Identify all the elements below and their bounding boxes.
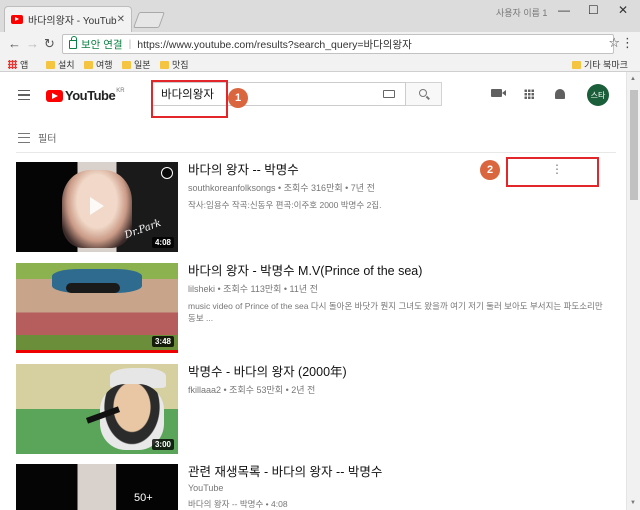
logo-region: KR <box>116 87 125 94</box>
search-icon <box>419 89 427 97</box>
thumbnail-art <box>66 283 120 293</box>
playlist-first-item[interactable]: 바다의 왕자 -- 박명수 • 4:08 <box>188 498 608 510</box>
keyboard-icon[interactable] <box>383 90 395 98</box>
annotation-box-menu <box>506 157 599 187</box>
folder-icon <box>572 60 581 69</box>
video-duration: 4:08 <box>151 237 174 248</box>
playlist-thumbnail[interactable]: 50+ <box>16 464 178 510</box>
tab-title: 바다의왕자 - YouTube <box>28 16 117 27</box>
avatar-label: 스타 <box>590 90 606 100</box>
video-description: music video of Prince of the sea 다시 돌아온 … <box>188 301 603 323</box>
bookmark-label: 맛집 <box>172 60 189 70</box>
bookmark-item[interactable]: 맛집 <box>160 58 189 71</box>
back-icon[interactable]: ← <box>8 36 21 51</box>
filter-label: 필터 <box>38 134 57 145</box>
other-bookmarks[interactable]: 기타 북마크 <box>572 58 628 71</box>
playlist-title[interactable]: 관련 재생목록 - 바다의 왕자 -- 박명수 <box>188 464 608 480</box>
bookmark-item[interactable]: 일본 <box>122 58 151 71</box>
bookmark-label: 여행 <box>96 60 113 70</box>
forward-icon[interactable]: → <box>26 36 39 51</box>
video-thumbnail[interactable]: 3:48 <box>16 263 178 353</box>
video-title[interactable]: 박명수 - 바다의 왕자 (2000年) <box>188 364 608 380</box>
omnibox-separator: | <box>128 38 132 50</box>
youtube-masthead: YouTube KR 바다의왕자 스타 <box>0 72 626 118</box>
upload-video-icon[interactable] <box>491 89 506 97</box>
annotation-marker-2: 2 <box>480 160 500 180</box>
bookmark-label: 일본 <box>134 60 151 70</box>
youtube-play-icon <box>46 89 63 102</box>
search-button[interactable] <box>406 82 442 106</box>
scroll-up-icon[interactable]: ▲ <box>630 76 636 82</box>
bookmark-label: 설치 <box>58 60 75 70</box>
bookmark-star-icon[interactable]: ☆ <box>608 35 620 51</box>
apps-icon <box>8 60 17 69</box>
youtube-logo[interactable]: YouTube KR <box>46 88 125 103</box>
apps-grid-icon[interactable] <box>524 89 534 99</box>
annotation-marker-1: 1 <box>228 88 248 108</box>
notifications-bell-icon[interactable] <box>555 89 565 99</box>
address-bar[interactable]: 보안 연결 | https://www.youtube.com/results?… <box>62 34 614 54</box>
video-info: 박명수 - 바다의 왕자 (2000年) fkillaaa2 • 조회수 53만… <box>188 364 608 396</box>
maximize-icon[interactable]: ☐ <box>588 3 599 17</box>
annotation-box-search <box>151 80 228 118</box>
folder-icon <box>46 60 55 69</box>
video-thumbnail[interactable]: Dr.Park 4:08 <box>16 162 178 252</box>
bookmarks-bar: 앱 설치 여행 일본 맛집 기타 북마크 <box>0 56 640 72</box>
playlist-count: 50+ <box>134 492 153 504</box>
profile-name[interactable]: 사용자 이름 1 <box>496 6 547 19</box>
scrollbar-thumb[interactable] <box>630 90 638 200</box>
watch-progress-bar <box>16 350 178 353</box>
browser-tab[interactable]: 바다의왕자 - YouTube ✕ <box>4 6 132 32</box>
video-title[interactable]: 바다의 왕자 - 박명수 M.V(Prince of the sea) <box>188 263 608 279</box>
new-tab-button[interactable] <box>133 12 165 28</box>
secure-label: 보안 연결 <box>81 38 123 51</box>
video-info: 바다의 왕자 - 박명수 M.V(Prince of the sea) lils… <box>188 263 608 324</box>
bookmark-label: 앱 <box>20 60 29 70</box>
lock-icon <box>69 35 77 49</box>
folder-icon <box>84 60 93 69</box>
browser-toolbar: ← → ↻ 보안 연결 | https://www.youtube.com/re… <box>0 32 640 56</box>
folder-icon <box>122 60 131 69</box>
hamburger-menu-icon[interactable] <box>18 90 30 100</box>
bookmark-item[interactable]: 설치 <box>46 58 75 71</box>
tab-close-icon[interactable]: ✕ <box>117 14 125 25</box>
browser-tabstrip: 바다의왕자 - YouTube ✕ 사용자 이름 1 — ☐ ✕ <box>0 0 640 32</box>
logo-text: YouTube <box>65 88 116 103</box>
playlist-meta[interactable]: YouTube <box>188 483 608 493</box>
watch-later-icon[interactable] <box>161 167 173 179</box>
folder-icon <box>160 60 169 69</box>
avatar[interactable]: 스타 <box>587 84 609 106</box>
video-meta: lilsheki • 조회수 113만회 • 11년 전 <box>188 284 318 294</box>
filter-icon <box>18 132 30 143</box>
video-description: 작사:임용수 작곡:신동우 편곡:이주호 2000 박명수 2집. <box>188 200 382 210</box>
youtube-favicon-icon <box>11 15 23 24</box>
bookmark-apps[interactable]: 앱 <box>8 58 28 71</box>
scrollbar[interactable]: ▲ ▼ <box>626 72 640 510</box>
other-bookmarks-label: 기타 북마크 <box>584 60 628 70</box>
browser-menu-icon[interactable]: ⋮ <box>621 35 634 51</box>
video-duration: 3:00 <box>151 439 174 450</box>
minimize-icon[interactable]: — <box>558 3 570 17</box>
bookmark-item[interactable]: 여행 <box>84 58 113 71</box>
window-close-icon[interactable]: ✕ <box>618 3 628 17</box>
video-info: 관련 재생목록 - 바다의 왕자 -- 박명수 YouTube 바다의 왕자 -… <box>188 464 608 510</box>
reload-icon[interactable]: ↻ <box>44 36 55 52</box>
video-duration: 3:48 <box>151 336 174 347</box>
play-icon <box>90 197 104 215</box>
filter-button[interactable]: 필터 <box>18 130 56 145</box>
divider <box>16 152 616 153</box>
video-meta: fkillaaa2 • 조회수 53만회 • 2년 전 <box>188 385 316 395</box>
url-text[interactable]: https://www.youtube.com/results?search_q… <box>137 37 411 52</box>
scroll-down-icon[interactable]: ▼ <box>630 500 636 506</box>
video-thumbnail[interactable]: 3:00 <box>16 364 178 454</box>
